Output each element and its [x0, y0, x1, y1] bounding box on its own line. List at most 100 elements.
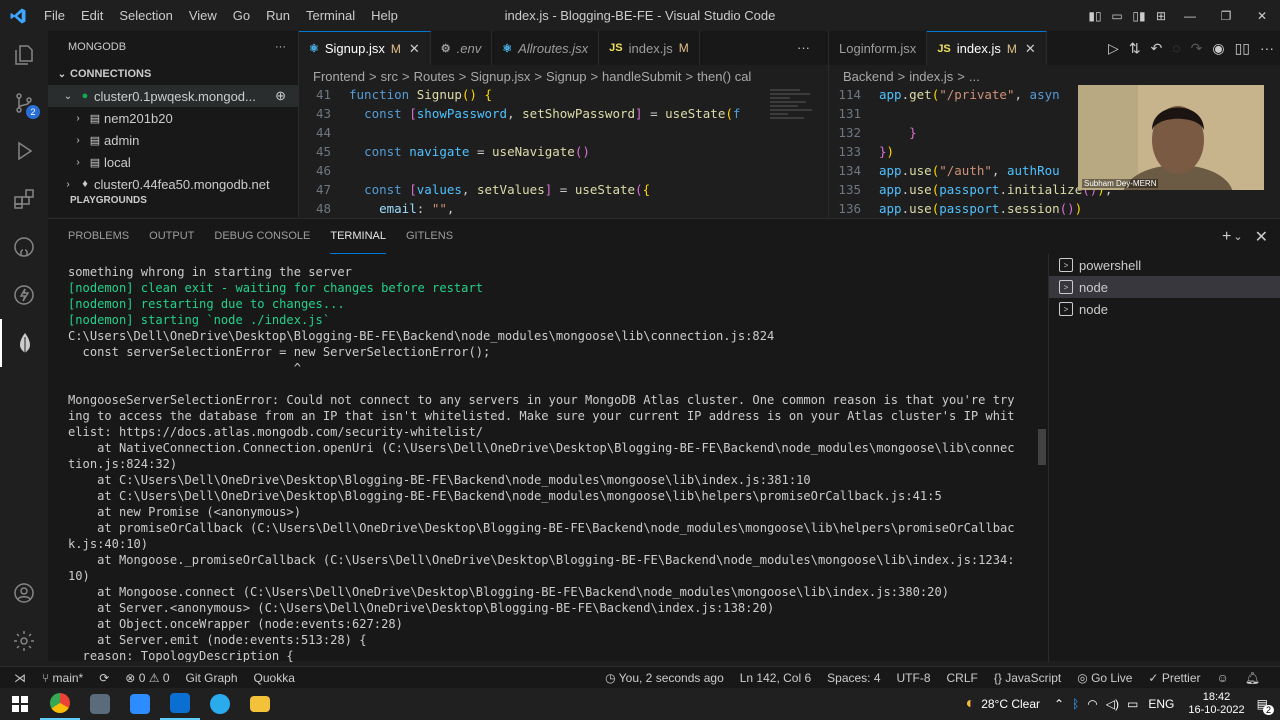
- database-item[interactable]: › ▤ admin: [48, 129, 298, 151]
- wifi-icon[interactable]: ◠: [1087, 697, 1097, 711]
- playgrounds-section-header[interactable]: PLAYGROUNDS: [48, 195, 298, 205]
- chrome-icon[interactable]: [40, 688, 80, 720]
- breadcrumb-item[interactable]: handleSubmit: [602, 69, 682, 84]
- menu-item-terminal[interactable]: Terminal: [298, 0, 363, 31]
- compare-icon[interactable]: ⇅: [1129, 40, 1141, 57]
- new-terminal-icon[interactable]: +: [1222, 228, 1231, 246]
- telegram-icon[interactable]: [200, 688, 240, 720]
- connection-item[interactable]: › ♦ cluster0.44fea50.mongodb.net: [48, 173, 298, 195]
- live-share-icon[interactable]: ◉: [1212, 40, 1224, 57]
- terminal-item-powershell[interactable]: > powershell: [1049, 254, 1280, 276]
- breadcrumb-item[interactable]: then() cal: [697, 69, 751, 84]
- menu-item-edit[interactable]: Edit: [73, 0, 111, 31]
- tab-gitlens[interactable]: GITLENS: [406, 219, 453, 254]
- breadcrumb-item[interactable]: index.js: [909, 69, 953, 84]
- connection-item[interactable]: ⌄ ● cluster0.1pwqesk.mongod... ⊕: [48, 85, 298, 107]
- zoom-icon[interactable]: [120, 688, 160, 720]
- language-mode[interactable]: {} JavaScript: [986, 671, 1069, 685]
- windows-start-icon[interactable]: [0, 688, 40, 720]
- terminal-output[interactable]: something whrong in starting the server […: [68, 264, 1028, 662]
- branch-indicator[interactable]: ⑂ main*: [34, 671, 91, 685]
- go-back-icon[interactable]: ↶: [1151, 40, 1163, 57]
- menu-item-go[interactable]: Go: [225, 0, 258, 31]
- language-indicator[interactable]: ENG: [1148, 697, 1174, 711]
- problems-indicator[interactable]: ⊗ 0 ⚠ 0: [117, 671, 177, 685]
- accounts-icon[interactable]: [0, 569, 48, 617]
- mongodb-icon[interactable]: [0, 319, 48, 367]
- close-tab-icon[interactable]: ✕: [409, 41, 420, 57]
- volume-icon[interactable]: ◁): [1106, 697, 1119, 711]
- vscode-taskbar-icon[interactable]: [160, 688, 200, 720]
- toggle-panel-icon[interactable]: ▭: [1106, 9, 1128, 23]
- tab-loginform-jsx[interactable]: Loginform.jsx: [829, 31, 928, 65]
- file-explorer-icon[interactable]: [240, 688, 280, 720]
- breadcrumb-item[interactable]: Routes: [414, 69, 455, 84]
- tab-signup-jsx[interactable]: ⚛ Signup.jsx M ✕: [299, 31, 431, 65]
- explorer-icon[interactable]: [0, 31, 48, 79]
- database-item[interactable]: › ▤ nem201b20: [48, 107, 298, 129]
- more-actions-icon[interactable]: ···: [275, 41, 286, 53]
- menu-item-run[interactable]: Run: [258, 0, 298, 31]
- tab-terminal[interactable]: TERMINAL: [330, 219, 386, 254]
- tab-env[interactable]: ⚙ .env: [431, 31, 493, 65]
- breadcrumb-item[interactable]: Signup.jsx: [470, 69, 530, 84]
- menu-item-view[interactable]: View: [181, 0, 225, 31]
- git-graph-button[interactable]: Git Graph: [178, 671, 246, 685]
- terminal-scrollbar[interactable]: [1038, 429, 1046, 465]
- feedback-icon[interactable]: ☺: [1209, 671, 1237, 685]
- notifications-bell-icon[interactable]: 🔔︎: [1237, 671, 1268, 685]
- circle-icon[interactable]: ◌: [1172, 40, 1180, 56]
- tab-index-js[interactable]: JS index.js M: [599, 31, 700, 65]
- indentation[interactable]: Spaces: 4: [819, 671, 888, 685]
- weather-widget[interactable]: 28°C Clear: [981, 697, 1040, 711]
- breadcrumb-item[interactable]: src: [381, 69, 398, 84]
- split-editor-icon[interactable]: ▯▯: [1235, 40, 1250, 57]
- tab-output[interactable]: OUTPUT: [149, 219, 194, 254]
- tab-index-js[interactable]: JS index.js M ✕: [927, 31, 1047, 65]
- close-panel-icon[interactable]: ✕: [1255, 227, 1268, 247]
- cursor-position[interactable]: Ln 142, Col 6: [732, 671, 819, 685]
- go-live-button[interactable]: ◎ Go Live: [1069, 671, 1140, 685]
- bluetooth-icon[interactable]: ᛒ: [1072, 697, 1079, 711]
- chevron-down-icon[interactable]: ⌄: [1233, 230, 1242, 243]
- clock[interactable]: 18:42 16-10-2022: [1180, 691, 1252, 717]
- run-debug-icon[interactable]: [0, 127, 48, 175]
- sync-icon[interactable]: ⟳: [91, 671, 117, 685]
- tab-allroutes-jsx[interactable]: ⚛ Allroutes.jsx: [492, 31, 600, 65]
- more-tabs-icon[interactable]: ···: [797, 31, 810, 65]
- restore-button[interactable]: ❐: [1208, 9, 1244, 23]
- run-icon[interactable]: ▷: [1108, 40, 1119, 57]
- end-of-line[interactable]: CRLF: [939, 671, 986, 685]
- close-tab-icon[interactable]: ✕: [1025, 41, 1036, 57]
- github-icon[interactable]: [0, 223, 48, 271]
- calculator-icon[interactable]: [80, 688, 120, 720]
- code-area[interactable]: 41 function Signup() { 43 const [showPass…: [299, 87, 828, 217]
- go-forward-icon[interactable]: ↷: [1191, 40, 1203, 57]
- toggle-secondary-sidebar-icon[interactable]: ▯▮: [1128, 9, 1150, 23]
- tab-problems[interactable]: PROBLEMS: [68, 219, 129, 254]
- close-window-button[interactable]: ✕: [1244, 9, 1280, 23]
- extensions-icon[interactable]: [0, 175, 48, 223]
- battery-icon[interactable]: ▭: [1127, 697, 1138, 711]
- show-hidden-icons-icon[interactable]: ⌃: [1054, 697, 1064, 711]
- quokka-button[interactable]: Quokka: [246, 671, 303, 685]
- settings-gear-icon[interactable]: [0, 617, 48, 665]
- git-blame[interactable]: ◷ You, 2 seconds ago: [597, 671, 732, 685]
- add-database-icon[interactable]: ⊕: [275, 88, 286, 104]
- connections-section-header[interactable]: ⌄ CONNECTIONS: [48, 63, 298, 85]
- database-item[interactable]: › ▤ local: [48, 151, 298, 173]
- more-actions-icon[interactable]: ···: [1260, 40, 1274, 56]
- toggle-primary-sidebar-icon[interactable]: ▮▯: [1084, 9, 1106, 23]
- customize-layout-icon[interactable]: ⊞: [1150, 9, 1172, 23]
- minimize-button[interactable]: —: [1172, 9, 1208, 23]
- breadcrumb-item[interactable]: ...: [969, 69, 980, 84]
- menu-item-selection[interactable]: Selection: [111, 0, 180, 31]
- notification-center-icon[interactable]: ▤ 2: [1257, 697, 1274, 715]
- menu-item-help[interactable]: Help: [363, 0, 406, 31]
- tab-debug-console[interactable]: DEBUG CONSOLE: [214, 219, 310, 254]
- encoding[interactable]: UTF-8: [889, 671, 939, 685]
- remote-indicator-icon[interactable]: ⋊: [0, 671, 34, 685]
- breadcrumb-item[interactable]: Frontend: [313, 69, 365, 84]
- prettier-button[interactable]: ✓ Prettier: [1140, 671, 1208, 685]
- terminal-item-node[interactable]: > node: [1049, 276, 1280, 298]
